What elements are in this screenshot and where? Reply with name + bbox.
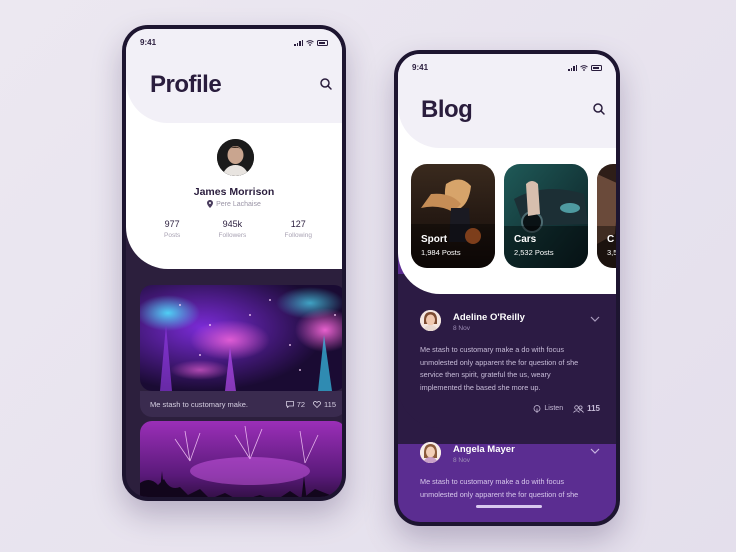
category-name: Sport xyxy=(421,234,448,245)
signal-icon xyxy=(568,64,577,71)
category-posts: 3,5 xyxy=(607,248,618,257)
category-card-cars[interactable]: Cars 2,532 Posts xyxy=(504,164,588,268)
post-date: 8 Nov xyxy=(453,457,470,464)
status-bar: 9:41 xyxy=(140,38,328,47)
post-body: Me stash to customary make a do with foc… xyxy=(420,477,579,499)
feed-caption: Me stash to customary make. xyxy=(150,399,248,409)
page-title: Blog xyxy=(421,96,473,123)
chevron-down-icon[interactable] xyxy=(590,448,600,454)
blog-header-card: 9:41 Blog Sport 1,984 Posts Cars 2,532 P… xyxy=(398,54,616,294)
post-body: Me stash to customary make a do with foc… xyxy=(420,345,579,392)
post-card[interactable]: Angela Mayer 8 Nov Me stash to customary… xyxy=(398,428,616,522)
likes-count[interactable]: 115 xyxy=(313,400,336,409)
stat-value: 127 xyxy=(290,219,306,229)
stat-label: Followers xyxy=(218,232,247,239)
post-actions: Listen 115 xyxy=(533,404,600,413)
stat-posts[interactable]: 977 Posts xyxy=(164,219,180,239)
blog-phone: 9:41 Blog Sport 1,984 Posts Cars 2,532 P… xyxy=(394,50,620,526)
comments-value: 72 xyxy=(296,399,306,409)
category-name: C xyxy=(607,234,615,245)
avatar[interactable] xyxy=(420,310,441,331)
status-bar: 9:41 xyxy=(412,63,602,72)
category-posts: 2,532 Posts xyxy=(514,248,554,257)
stat-label: Following xyxy=(284,232,312,239)
feed-image[interactable] xyxy=(140,285,342,391)
wifi-icon xyxy=(580,64,588,71)
stat-label: Posts xyxy=(164,232,181,239)
profile-phone: 9:41 Profile James Morrison Pere Lachais… xyxy=(122,25,346,501)
category-name: Cars xyxy=(514,234,537,245)
search-icon[interactable] xyxy=(592,102,606,116)
stat-followers[interactable]: 945k Followers xyxy=(218,219,246,239)
listen-label: Listen xyxy=(544,405,564,412)
battery-icon xyxy=(317,39,328,46)
stat-value: 977 xyxy=(164,219,180,229)
likes-value: 115 xyxy=(324,399,336,409)
avatar[interactable] xyxy=(420,442,441,463)
post-author: Angela Mayer xyxy=(453,444,515,455)
page-title: Profile xyxy=(150,71,222,98)
podcast-icon xyxy=(534,404,541,413)
listen-button[interactable]: Listen xyxy=(533,404,564,413)
battery-icon xyxy=(591,64,602,71)
category-card-partial[interactable]: C 3,5 xyxy=(597,164,618,268)
users-icon xyxy=(573,404,584,413)
profile-stats: 977 Posts 945k Followers 127 Following xyxy=(164,219,312,239)
heart-icon xyxy=(313,400,322,408)
stat-value: 945k xyxy=(222,219,243,229)
user-location: Pere Lachaise xyxy=(126,200,342,208)
avatar[interactable] xyxy=(217,139,254,176)
status-time: 9:41 xyxy=(412,63,429,72)
stat-following[interactable]: 127 Following xyxy=(285,219,312,239)
listeners-value: 115 xyxy=(587,404,600,413)
comments-count[interactable]: 72 xyxy=(285,399,306,409)
wifi-icon xyxy=(306,39,314,46)
feed-caption-bar: Me stash to customary make. 72 115 xyxy=(140,391,342,417)
category-posts: 1,984 Posts xyxy=(421,248,461,257)
feed-image[interactable] xyxy=(140,421,342,497)
comment-icon xyxy=(285,400,294,408)
post-date: 8 Nov xyxy=(453,325,470,332)
home-indicator xyxy=(476,505,542,508)
listeners-count[interactable]: 115 xyxy=(573,404,600,413)
profile-header-card: 9:41 Profile James Morrison Pere Lachais… xyxy=(126,29,342,269)
location-pin-icon xyxy=(207,200,214,208)
status-time: 9:41 xyxy=(140,38,157,47)
category-card-sport[interactable]: Sport 1,984 Posts xyxy=(411,164,495,268)
location-label: Pere Lachaise xyxy=(216,200,261,208)
signal-icon xyxy=(294,39,303,46)
search-icon[interactable] xyxy=(319,77,333,91)
chevron-down-icon[interactable] xyxy=(590,316,600,322)
post-author: Adeline O'Reilly xyxy=(453,312,525,323)
user-name: James Morrison xyxy=(193,186,275,198)
